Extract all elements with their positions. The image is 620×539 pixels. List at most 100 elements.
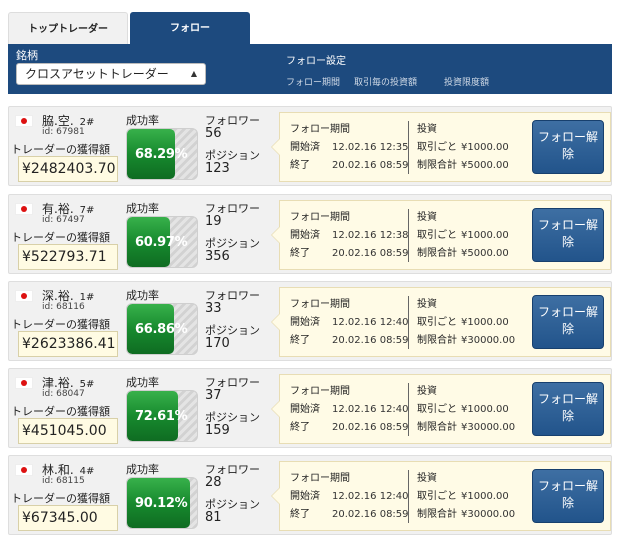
success-rate-label: 成功率 xyxy=(126,463,159,476)
success-rate-label: 成功率 xyxy=(126,289,159,302)
info-divider xyxy=(408,296,409,349)
follow-period-title: フォロー期間 xyxy=(290,212,350,223)
start-line: 開始済 12.02.16 12:38 xyxy=(290,230,409,241)
success-rate-bar: 72.61% xyxy=(126,390,198,442)
trader-row: 津.裕. 5# id: 68047 トレーダーの獲得額 ¥451045.00 成功… xyxy=(8,368,612,448)
end-line: 終了 20.02.16 08:59 xyxy=(290,422,409,433)
trader-row: 深.裕. 1# id: 68116 トレーダーの獲得額 ¥2623386.41 成… xyxy=(8,281,612,361)
positions-value: 170 xyxy=(205,336,230,351)
invest-title: 投資 xyxy=(417,299,437,310)
trader-row: 林.和. 4# id: 68115 トレーダーの獲得額 ¥67345.00 成功率… xyxy=(8,455,612,535)
success-rate-value: 72.61% xyxy=(135,409,188,424)
success-rate-label: 成功率 xyxy=(126,376,159,389)
end-line: 終了 20.02.16 08:59 xyxy=(290,335,409,346)
success-rate-label: 成功率 xyxy=(126,202,159,215)
limit-total-line: 制限合計 ¥30000.00 xyxy=(417,335,516,346)
end-line: 終了 20.02.16 08:59 xyxy=(290,248,409,259)
unfollow-button[interactable]: フォロー解除 xyxy=(532,120,604,174)
info-divider xyxy=(408,383,409,436)
column-invest-limit: 投資限度額 xyxy=(444,78,490,88)
start-line: 開始済 12.02.16 12:40 xyxy=(290,491,409,502)
earnings-value: ¥67345.00 xyxy=(18,505,118,531)
trader-id: id: 68115 xyxy=(42,476,85,486)
tab-follow[interactable]: フォロー xyxy=(130,12,250,45)
followers-value: 33 xyxy=(205,301,222,316)
trader-id: id: 67981 xyxy=(42,127,85,137)
start-line: 開始済 12.02.16 12:40 xyxy=(290,317,409,328)
earnings-label: トレーダーの獲得額 xyxy=(11,143,110,156)
follow-info-panel: フォロー期間 開始済 12.02.16 12:35 終了 20.02.16 08:5… xyxy=(271,112,611,182)
earnings-value: ¥522793.71 xyxy=(18,244,118,270)
unfollow-button[interactable]: フォロー解除 xyxy=(532,469,604,523)
limit-total-line: 制限合計 ¥5000.00 xyxy=(417,160,509,171)
japan-flag-icon xyxy=(15,290,33,302)
trader-id: id: 68047 xyxy=(42,389,85,399)
followers-value: 19 xyxy=(205,214,222,229)
per-trade-line: 取引ごと ¥1000.00 xyxy=(417,317,509,328)
followers-value: 37 xyxy=(205,388,222,403)
column-follow-period: フォロー期間 xyxy=(286,78,341,88)
unfollow-button[interactable]: フォロー解除 xyxy=(532,382,604,436)
earnings-label: トレーダーの獲得額 xyxy=(11,231,110,244)
follow-settings-title: フォロー設定 xyxy=(286,56,346,67)
success-rate-value: 90.12% xyxy=(135,496,188,511)
end-line: 終了 20.02.16 08:59 xyxy=(290,509,409,520)
follow-info-panel: フォロー期間 開始済 12.02.16 12:40 終了 20.02.16 08:5… xyxy=(271,374,611,444)
earnings-value: ¥2482403.70 xyxy=(18,156,118,182)
symbol-select-value: クロスアセットトレーダー xyxy=(25,67,169,81)
follow-period-title: フォロー期間 xyxy=(290,386,350,397)
success-rate-bar: 66.86% xyxy=(126,303,198,355)
select-arrows-icon: ▲ xyxy=(190,69,197,78)
invest-title: 投資 xyxy=(417,386,437,397)
info-divider xyxy=(408,470,409,523)
trader-row: 脇.空. 2# id: 67981 トレーダーの獲得額 ¥2482403.70 成… xyxy=(8,106,612,186)
unfollow-button[interactable]: フォロー解除 xyxy=(532,295,604,349)
filter-header: 銘柄 クロスアセットトレーダー ▲ フォロー設定 フォロー期間 取引毎の投資額 … xyxy=(8,44,612,94)
start-line: 開始済 12.02.16 12:35 xyxy=(290,142,409,153)
earnings-value: ¥2623386.41 xyxy=(18,331,118,357)
follow-info-panel: フォロー期間 開始済 12.02.16 12:38 終了 20.02.16 08:5… xyxy=(271,200,611,270)
success-rate-bar: 90.12% xyxy=(126,477,198,529)
unfollow-button[interactable]: フォロー解除 xyxy=(532,208,604,262)
symbol-label: 銘柄 xyxy=(16,49,38,62)
positions-value: 356 xyxy=(205,249,230,264)
earnings-label: トレーダーの獲得額 xyxy=(11,318,110,331)
invest-title: 投資 xyxy=(417,124,437,135)
invest-title: 投資 xyxy=(417,473,437,484)
invest-title: 投資 xyxy=(417,212,437,223)
followers-value: 28 xyxy=(205,475,222,490)
follow-period-title: フォロー期間 xyxy=(290,473,350,484)
followers-value: 56 xyxy=(205,126,222,141)
trader-id: id: 68116 xyxy=(42,302,85,312)
limit-total-line: 制限合計 ¥30000.00 xyxy=(417,509,516,520)
per-trade-line: 取引ごと ¥1000.00 xyxy=(417,142,509,153)
japan-flag-icon xyxy=(15,464,33,476)
trader-row: 有.裕. 7# id: 67497 トレーダーの獲得額 ¥522793.71 成功… xyxy=(8,194,612,274)
success-rate-value: 66.86% xyxy=(135,322,188,337)
positions-value: 159 xyxy=(205,423,230,438)
tab-bar: トップトレーダー フォロー xyxy=(8,12,612,45)
follow-info-panel: フォロー期間 開始済 12.02.16 12:40 終了 20.02.16 08:5… xyxy=(271,287,611,357)
earnings-value: ¥451045.00 xyxy=(18,418,118,444)
japan-flag-icon xyxy=(15,377,33,389)
earnings-label: トレーダーの獲得額 xyxy=(11,492,110,505)
per-trade-line: 取引ごと ¥1000.00 xyxy=(417,230,509,241)
positions-value: 123 xyxy=(205,161,230,176)
success-rate-bar: 68.29% xyxy=(126,128,198,180)
symbol-select[interactable]: クロスアセットトレーダー ▲ xyxy=(16,63,206,85)
column-per-trade-amount: 取引毎の投資額 xyxy=(354,78,418,88)
japan-flag-icon xyxy=(15,115,33,127)
info-divider xyxy=(408,209,409,262)
per-trade-line: 取引ごと ¥1000.00 xyxy=(417,404,509,415)
info-divider xyxy=(408,121,409,174)
japan-flag-icon xyxy=(15,203,33,215)
tab-top-traders[interactable]: トップトレーダー xyxy=(8,12,128,45)
positions-value: 81 xyxy=(205,510,222,525)
success-rate-value: 68.29% xyxy=(135,147,188,162)
earnings-label: トレーダーの獲得額 xyxy=(11,405,110,418)
follow-info-panel: フォロー期間 開始済 12.02.16 12:40 終了 20.02.16 08:5… xyxy=(271,461,611,531)
limit-total-line: 制限合計 ¥30000.00 xyxy=(417,422,516,433)
limit-total-line: 制限合計 ¥5000.00 xyxy=(417,248,509,259)
start-line: 開始済 12.02.16 12:40 xyxy=(290,404,409,415)
trader-id: id: 67497 xyxy=(42,215,85,225)
